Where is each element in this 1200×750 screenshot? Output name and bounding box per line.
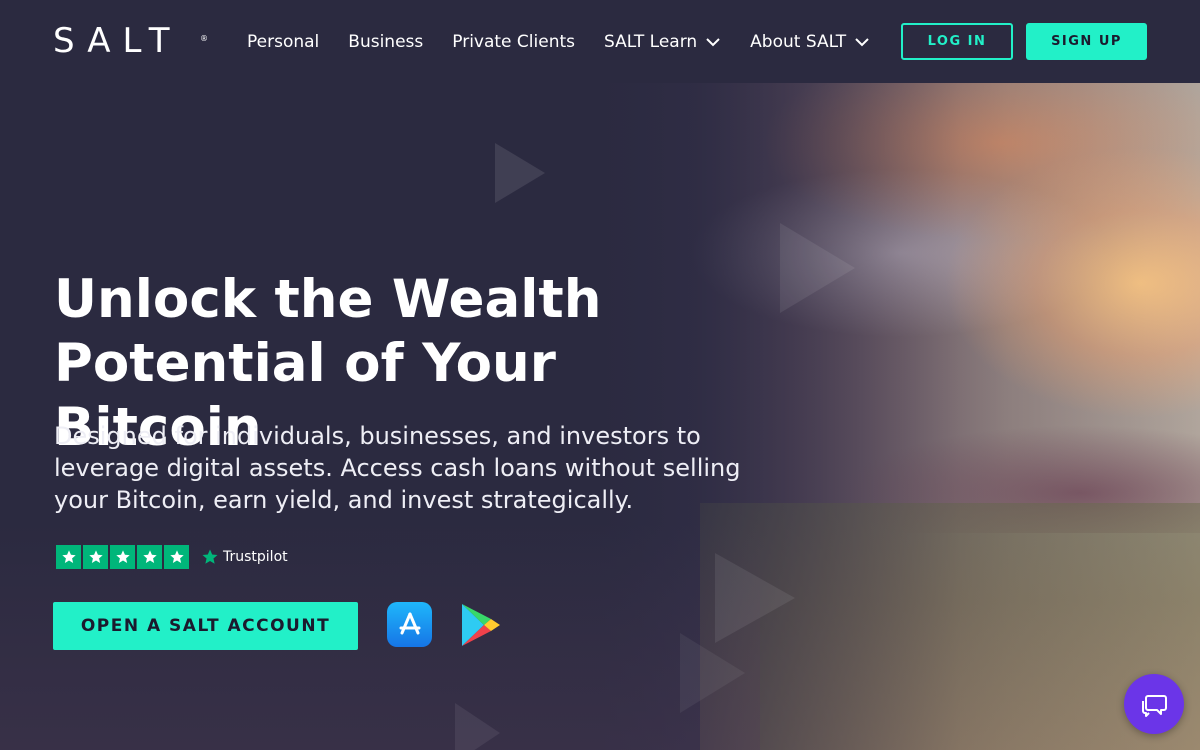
star-icon	[137, 545, 162, 569]
page: SALT ® Personal Business Private Clients …	[0, 0, 1200, 750]
star-icon	[164, 545, 189, 569]
hero-subtext: Designed for individuals, businesses, an…	[54, 422, 741, 514]
nav-item-label: Private Clients	[452, 32, 575, 52]
chat-button[interactable]	[1124, 674, 1184, 734]
star-rating	[56, 545, 189, 569]
app-store-glyph	[399, 612, 420, 634]
trademark-mark: ®	[200, 34, 208, 43]
star-icon	[110, 545, 135, 569]
login-button[interactable]: LOG IN	[901, 23, 1013, 60]
nav-item-business[interactable]: Business	[348, 30, 423, 54]
site-header: SALT ® Personal Business Private Clients …	[0, 0, 1200, 83]
main-nav: Personal Business Private Clients SALT L…	[247, 30, 870, 54]
decorative-triangle	[495, 143, 545, 203]
nav-item-label: SALT Learn	[604, 32, 698, 52]
open-account-button[interactable]: OPEN A SALT ACCOUNT	[53, 602, 358, 650]
nav-item-private-clients[interactable]: Private Clients	[452, 30, 575, 54]
nav-item-salt-learn[interactable]: SALT Learn	[604, 30, 721, 54]
headline-line-1: Unlock the Wealth	[54, 269, 602, 330]
signup-button[interactable]: SIGN UP	[1026, 23, 1147, 60]
nav-item-label: Personal	[247, 32, 320, 52]
logo-text: SALT	[53, 21, 182, 61]
nav-item-label: About SALT	[750, 32, 847, 52]
decorative-triangle	[715, 553, 795, 643]
trustpilot-rating[interactable]: Trustpilot	[56, 545, 288, 569]
trustpilot-label: Trustpilot	[223, 549, 288, 565]
decorative-triangle	[680, 633, 745, 713]
decorative-triangle	[780, 223, 855, 313]
google-play-icon[interactable]	[460, 602, 502, 648]
star-icon	[56, 545, 81, 569]
star-icon	[83, 545, 108, 569]
nav-item-label: Business	[348, 32, 424, 52]
trustpilot-star-icon	[202, 549, 218, 564]
chevron-down-icon	[855, 38, 869, 47]
chevron-down-icon	[706, 38, 720, 47]
salt-logo[interactable]: SALT ®	[53, 24, 208, 58]
nav-item-personal[interactable]: Personal	[247, 30, 319, 54]
app-store-icon[interactable]	[387, 602, 432, 647]
trustpilot-logo: Trustpilot	[201, 548, 288, 566]
chat-icon	[1142, 695, 1167, 717]
nav-item-about-salt[interactable]: About SALT	[750, 30, 870, 54]
decorative-triangle	[455, 703, 500, 750]
